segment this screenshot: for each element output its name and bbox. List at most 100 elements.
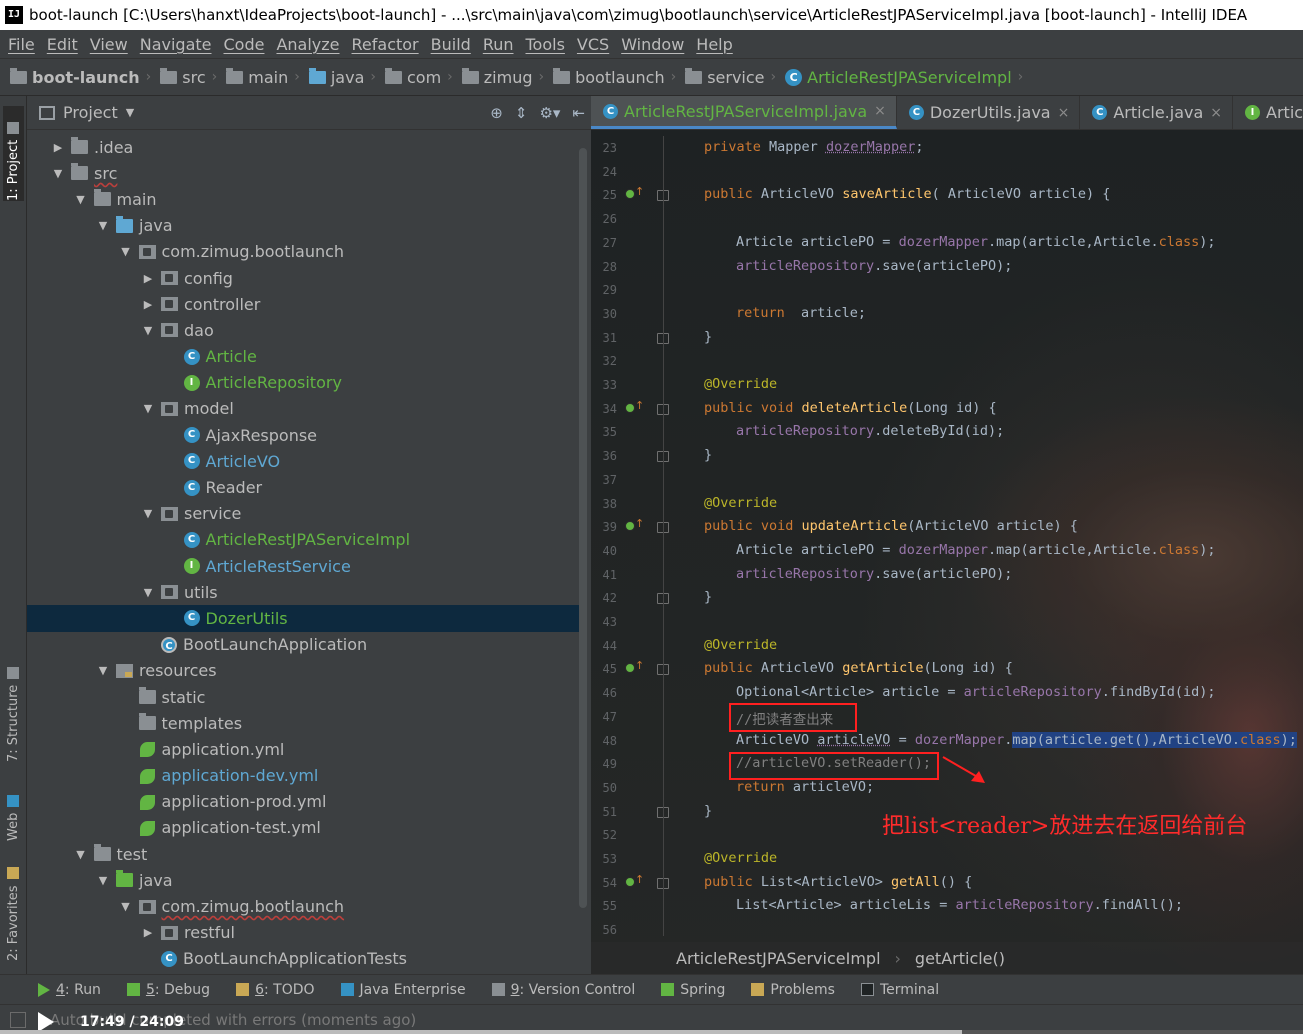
menu-analyze[interactable]: Analyze xyxy=(270,35,345,54)
tree-node[interactable]: ▶CBootLaunchApplicationTests xyxy=(27,946,579,972)
expand-arrow-icon[interactable]: ▼ xyxy=(141,324,155,337)
menu-file[interactable]: File xyxy=(2,35,41,54)
editor-tab[interactable]: C Article.java × xyxy=(1080,96,1234,129)
menu-build[interactable]: Build xyxy=(425,35,477,54)
breadcrumb-item[interactable]: boot-launch › xyxy=(10,67,156,87)
menu-vcs[interactable]: VCS xyxy=(571,35,615,54)
menu-code[interactable]: Code xyxy=(218,35,271,54)
breadcrumb-item[interactable]: src › xyxy=(160,67,222,87)
hide-panel-icon[interactable]: ⇤ xyxy=(572,104,585,122)
menu-view[interactable]: View xyxy=(84,35,134,54)
favorites-tool-tab[interactable]: 2: Favorites xyxy=(3,866,24,961)
tree-node[interactable]: ▶application-prod.yml xyxy=(27,789,579,815)
tool-windows-toggle[interactable] xyxy=(10,1011,26,1028)
web-tool-tab[interactable]: Web xyxy=(3,786,24,841)
expand-arrow-icon[interactable]: ▼ xyxy=(96,874,110,887)
tree-node[interactable]: ▼ src xyxy=(27,160,579,186)
breadcrumb-item[interactable]: com › xyxy=(384,67,458,87)
bottom-tool-problems[interactable]: Problems xyxy=(751,982,835,998)
collapse-arrow-icon[interactable]: ▶ xyxy=(141,298,155,311)
menu-help[interactable]: Help xyxy=(690,35,738,54)
tree-node[interactable]: ▶ .idea xyxy=(27,134,579,160)
collapse-all-icon[interactable]: ⇕ xyxy=(515,104,528,122)
tree-node[interactable]: ▶CDozerUtils xyxy=(27,605,579,632)
tree-node[interactable]: ▶IArticleRepository xyxy=(27,370,579,396)
bottom-tool-versioncontrol[interactable]: 9: Version Control xyxy=(491,982,635,998)
tree-node[interactable]: ▶ config xyxy=(27,265,579,291)
tree-node[interactable]: ▼ utils xyxy=(27,579,579,605)
expand-arrow-icon[interactable]: ▼ xyxy=(119,900,133,913)
expand-arrow-icon[interactable]: ▼ xyxy=(141,507,155,520)
bottom-tool-spring[interactable]: Spring xyxy=(661,982,725,998)
structure-tool-tab[interactable]: 7: Structure xyxy=(3,662,24,762)
tree-node[interactable]: ▶templates xyxy=(27,710,579,736)
tree-node[interactable]: ▼ com.zimug.bootlaunch xyxy=(27,239,579,265)
tree-node[interactable]: ▶CAjaxResponse xyxy=(27,422,579,448)
tree-node[interactable]: ▶CReader xyxy=(27,474,579,500)
tree-node[interactable]: ▶static xyxy=(27,684,579,710)
editor-tab[interactable]: C DozerUtils.java × xyxy=(897,96,1081,129)
tree-node[interactable]: ▶application-dev.yml xyxy=(27,763,579,789)
collapse-arrow-icon[interactable]: ▶ xyxy=(141,272,155,285)
chevron-down-icon[interactable]: ▼ xyxy=(126,106,134,119)
breadcrumb-item[interactable]: main › xyxy=(226,67,305,87)
close-icon[interactable]: × xyxy=(1058,105,1070,121)
tree-node[interactable]: ▼ java xyxy=(27,213,579,239)
menu-window[interactable]: Window xyxy=(615,35,690,54)
tree-node[interactable]: ▶application.yml xyxy=(27,736,579,762)
editor-tab[interactable]: C ArticleRestJPAServiceImpl.java × xyxy=(591,96,897,129)
project-tool-tab[interactable]: 1: Project xyxy=(3,106,24,201)
tree-node[interactable]: ▼ service xyxy=(27,501,579,527)
editor-tab[interactable]: I ArticleRepo xyxy=(1233,96,1303,129)
breadcrumb-item[interactable]: zimug › xyxy=(461,67,549,87)
tree-node[interactable]: ▼ com.zimug.bootlaunch xyxy=(27,893,579,919)
bottom-tool-run[interactable]: 4: Run xyxy=(38,982,101,998)
bottom-tool-terminal[interactable]: Terminal xyxy=(860,982,939,998)
expand-arrow-icon[interactable]: ▼ xyxy=(74,848,88,861)
project-view-selector[interactable]: Project xyxy=(63,103,118,122)
tree-node[interactable]: ▼ dao xyxy=(27,317,579,343)
breadcrumb-item[interactable]: service › xyxy=(685,67,781,87)
tree-node[interactable]: ▶CBootLaunchApplication xyxy=(27,632,579,658)
tree-node[interactable]: ▶CArticleVO xyxy=(27,448,579,474)
expand-arrow-icon[interactable]: ▼ xyxy=(51,167,65,180)
breadcrumb-item[interactable]: java › xyxy=(308,67,381,87)
expand-arrow-icon[interactable]: ▼ xyxy=(141,586,155,599)
menu-navigate[interactable]: Navigate xyxy=(134,35,218,54)
menu-edit[interactable]: Edit xyxy=(41,35,84,54)
tree-node[interactable]: ▶ restful xyxy=(27,920,579,946)
tree-node[interactable]: ▶CArticle xyxy=(27,344,579,370)
collapse-arrow-icon[interactable]: ▶ xyxy=(51,141,65,154)
bottom-tool-debug[interactable]: 5: Debug xyxy=(126,982,210,998)
expand-arrow-icon[interactable]: ▼ xyxy=(74,193,88,206)
tree-node[interactable]: ▶ controller xyxy=(27,291,579,317)
close-icon[interactable]: × xyxy=(1210,105,1222,121)
expand-arrow-icon[interactable]: ▼ xyxy=(141,402,155,415)
tree-node[interactable]: ▼ resources xyxy=(27,658,579,684)
menu-run[interactable]: Run xyxy=(477,35,520,54)
collapse-arrow-icon[interactable]: ▶ xyxy=(141,926,155,939)
tree-node[interactable]: ▼ model xyxy=(27,396,579,422)
menu-tools[interactable]: Tools xyxy=(520,35,571,54)
expand-arrow-icon[interactable]: ▼ xyxy=(96,219,110,232)
tree-node[interactable]: ▼ test xyxy=(27,841,579,867)
breadcrumb-item[interactable]: C ArticleRestJPAServiceImpl › xyxy=(785,68,1028,87)
tree-node[interactable]: ▶IArticleRestService xyxy=(27,553,579,579)
expand-arrow-icon[interactable]: ▼ xyxy=(96,664,110,677)
play-icon[interactable] xyxy=(38,1012,54,1032)
breadcrumb-item[interactable]: bootlaunch › xyxy=(553,67,681,87)
tree-node[interactable]: ▶CArticleRestJPAServiceImpl xyxy=(27,527,579,553)
expand-arrow-icon[interactable]: ▼ xyxy=(119,245,133,258)
close-icon[interactable]: × xyxy=(874,103,886,119)
editor-breadcrumb-item[interactable]: getArticle() xyxy=(915,949,1005,968)
tree-node[interactable]: ▶application-test.yml xyxy=(27,815,579,841)
tree-node[interactable]: ▼ java xyxy=(27,867,579,893)
tree-node[interactable]: ▼ main xyxy=(27,186,579,212)
locate-icon[interactable]: ⊕ xyxy=(490,104,503,122)
editor-breadcrumb-item[interactable]: ArticleRestJPAServiceImpl xyxy=(676,949,881,968)
bottom-tool-todo[interactable]: 6: TODO xyxy=(236,982,315,998)
menu-refactor[interactable]: Refactor xyxy=(346,35,425,54)
gear-icon[interactable]: ⚙▾ xyxy=(539,104,560,122)
bottom-tool-javaenterprise[interactable]: Java Enterprise xyxy=(340,982,466,998)
project-scrollbar[interactable] xyxy=(579,148,587,908)
